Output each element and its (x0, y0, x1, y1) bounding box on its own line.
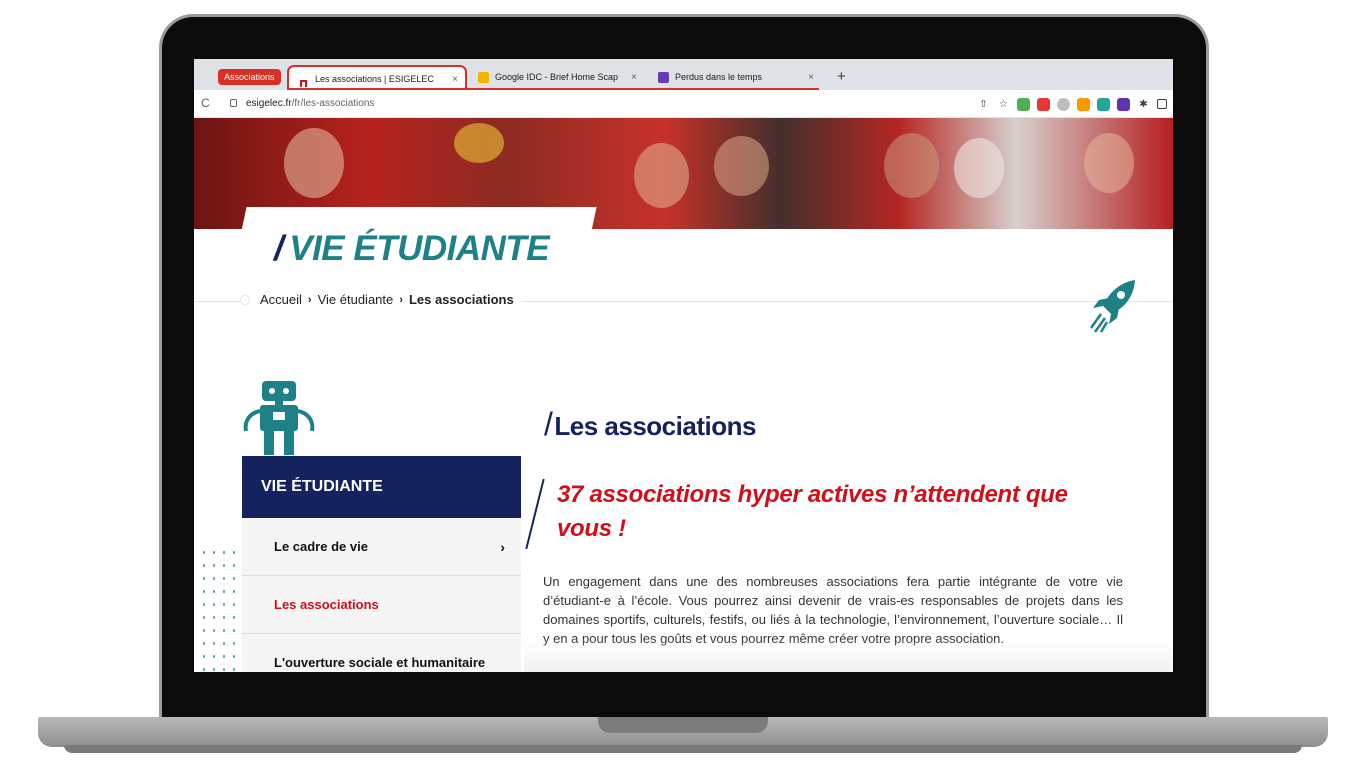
url-path: /fr/les-associations (291, 98, 375, 109)
sidebar-item-label: Le cadre de vie (274, 539, 368, 554)
intro-paragraph: Un engagement dans une des nombreuses as… (543, 574, 1123, 646)
browser-toolbar: C esigelec.fr/fr/les-associations ⇧ ☆ ✱ (194, 90, 1173, 118)
tab-esigelec[interactable]: Les associations | ESIGELEC × (287, 65, 467, 90)
extension-globe-icon[interactable] (1057, 97, 1070, 111)
laptop-notch (598, 717, 768, 733)
laptop-mockup: Associations Les associations | ESIGELEC… (0, 0, 1366, 768)
sidebar-item-label: L'ouverture sociale et humanitaire (274, 655, 486, 670)
breadcrumb-separator: › (307, 293, 312, 306)
breadcrumb-separator: › (399, 293, 403, 306)
website-page: / VIE ÉTUDIANTE Accueil › Vie étudiante ›… (194, 118, 1173, 672)
extension-purple-icon[interactable] (1117, 97, 1130, 111)
breadcrumb-home[interactable]: Accueil (260, 292, 302, 307)
sidebar-item-associations[interactable]: Les associations (242, 576, 521, 634)
share-icon[interactable]: ⇧ (977, 98, 990, 111)
close-tab-icon[interactable]: × (628, 65, 637, 90)
extension-glasses-icon[interactable] (1017, 97, 1030, 111)
tab-title: Perdus dans le temps (675, 72, 763, 82)
breadcrumb: Accueil › Vie étudiante › Les associatio… (240, 292, 522, 307)
sidebar-item-ouverture-sociale[interactable]: L'ouverture sociale et humanitaire (242, 634, 521, 672)
side-panel-icon[interactable] (1157, 99, 1167, 109)
page-title-text: VIE ÉTUDIANTE (289, 229, 550, 268)
extension-chrome-icon[interactable] (1097, 97, 1110, 111)
sidebar-item-cadre-de-vie[interactable]: Le cadre de vie › (242, 518, 521, 576)
tab-perdus[interactable]: Perdus dans le temps × (649, 65, 821, 90)
close-tab-icon[interactable]: × (808, 65, 814, 90)
tab-title: Les associations | ESIGELEC (315, 74, 434, 84)
forms-favicon-icon (658, 72, 669, 83)
title-slash: / (274, 229, 284, 268)
extensions-puzzle-icon[interactable]: ✱ (1137, 98, 1150, 111)
scroll-fade (524, 638, 1173, 672)
bookmark-star-icon[interactable]: ☆ (997, 98, 1010, 111)
sidebar-heading: VIE ÉTUDIANTE (242, 456, 521, 518)
section-title: /Les associations (544, 406, 756, 443)
subtitle-slash (525, 478, 545, 550)
breadcrumb-current: Les associations (408, 292, 514, 307)
lock-icon (230, 99, 237, 107)
decorative-dot-grid (199, 546, 243, 672)
google-slides-favicon-icon (478, 72, 489, 83)
breadcrumb-dot-icon (240, 294, 250, 305)
tab-title: Google IDC - Brief Home Scap (495, 72, 619, 82)
laptop-screen: Associations Les associations | ESIGELEC… (194, 59, 1173, 672)
chevron-right-icon: › (500, 539, 505, 555)
breadcrumb-vie-etudiante[interactable]: Vie étudiante (318, 292, 394, 307)
section-title-text: Les associations (554, 411, 756, 441)
browser-tab-bar: Associations Les associations | ESIGELEC… (194, 59, 1173, 90)
section-subtitle: 37 associations hyper actives n’attenden… (557, 481, 1068, 542)
toolbar-icons: ⇧ ☆ ✱ (977, 96, 1173, 112)
extension-orange-icon[interactable] (1077, 97, 1090, 111)
hero-title-plate (241, 207, 597, 231)
page-title: / VIE ÉTUDIANTE (274, 229, 550, 269)
robot-icon (243, 381, 315, 455)
esigelec-favicon-icon (298, 74, 309, 87)
url-host: esigelec.fr (246, 98, 292, 109)
laptop-base-shadow (64, 745, 1302, 753)
reload-icon[interactable]: C (201, 96, 210, 110)
title-slash: / (544, 406, 553, 442)
tab-google-idc[interactable]: Google IDC - Brief Home Scap × (469, 65, 644, 90)
tab-group-chip[interactable]: Associations (218, 69, 281, 85)
new-tab-button[interactable]: + (837, 68, 846, 85)
sidebar-nav: VIE ÉTUDIANTE Le cadre de vie › Les asso… (242, 456, 521, 672)
rocket-icon (1089, 280, 1135, 333)
extension-colorful-icon[interactable] (1037, 97, 1050, 111)
address-bar[interactable]: esigelec.fr/fr/les-associations (224, 95, 974, 113)
sidebar-item-label: Les associations (274, 597, 379, 612)
